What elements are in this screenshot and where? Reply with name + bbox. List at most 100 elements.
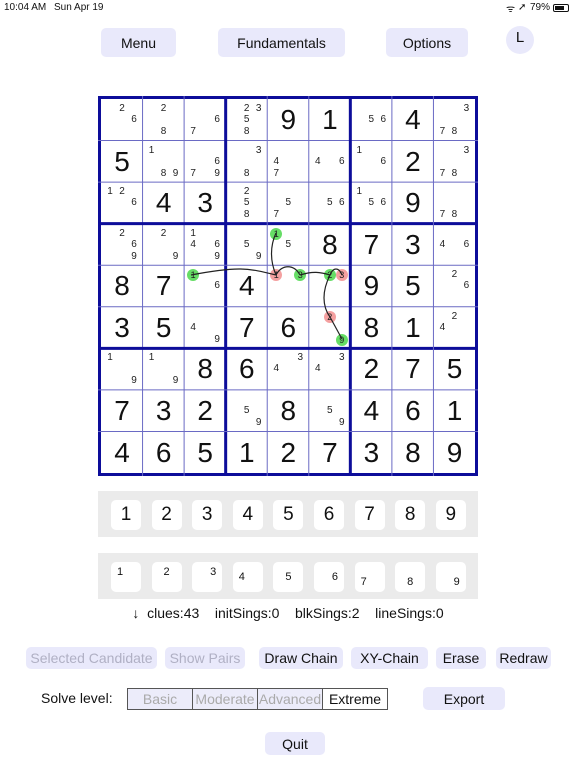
number-key-3[interactable]: 3 bbox=[192, 500, 223, 530]
fundamentals-button[interactable]: Fundamentals bbox=[218, 28, 345, 57]
cell-r4c2[interactable]: 29 bbox=[143, 224, 185, 266]
number-key-2[interactable]: 2 bbox=[151, 500, 182, 530]
cell-r4c6[interactable]: 8 bbox=[309, 224, 351, 266]
cell-r8c4[interactable]: 59 bbox=[226, 390, 268, 432]
cell-r1c6[interactable]: 1 bbox=[309, 99, 351, 141]
cell-r7c8[interactable]: 7 bbox=[392, 348, 434, 390]
cell-r8c9[interactable]: 1 bbox=[433, 390, 475, 432]
cell-r7c3[interactable]: 8 bbox=[184, 348, 226, 390]
cell-r3c9[interactable]: 78 bbox=[433, 182, 475, 224]
cell-r6c4[interactable]: 7 bbox=[226, 307, 268, 349]
cell-r5c3[interactable]: 16 bbox=[184, 265, 226, 307]
cell-r4c9[interactable]: 46 bbox=[433, 224, 475, 266]
cell-r3c2[interactable]: 4 bbox=[143, 182, 185, 224]
cell-r6c9[interactable]: 24 bbox=[433, 307, 475, 349]
number-key-8[interactable]: 8 bbox=[395, 500, 426, 530]
cell-r7c9[interactable]: 5 bbox=[433, 348, 475, 390]
candidate-key-8[interactable]: 8 bbox=[395, 562, 426, 592]
cell-r9c7[interactable]: 3 bbox=[350, 431, 392, 473]
show-pairs-button[interactable]: Show Pairs bbox=[165, 647, 245, 669]
number-key-7[interactable]: 7 bbox=[354, 500, 385, 530]
cell-r9c6[interactable]: 7 bbox=[309, 431, 351, 473]
number-key-5[interactable]: 5 bbox=[273, 500, 304, 530]
cell-r7c2[interactable]: 19 bbox=[143, 348, 185, 390]
cell-r6c5[interactable]: 6 bbox=[267, 307, 309, 349]
cell-r8c3[interactable]: 2 bbox=[184, 390, 226, 432]
cell-r5c2[interactable]: 7 bbox=[143, 265, 185, 307]
cell-r5c9[interactable]: 26 bbox=[433, 265, 475, 307]
cell-r9c3[interactable]: 5 bbox=[184, 431, 226, 473]
cell-r9c1[interactable]: 4 bbox=[101, 431, 143, 473]
cell-r2c6[interactable]: 46 bbox=[309, 141, 351, 183]
cell-r4c5[interactable]: 15 bbox=[267, 224, 309, 266]
avatar[interactable]: L bbox=[506, 26, 534, 54]
cell-r2c1[interactable]: 5 bbox=[101, 141, 143, 183]
cell-r6c7[interactable]: 8 bbox=[350, 307, 392, 349]
candidate-key-7[interactable]: 7 bbox=[354, 562, 385, 592]
cell-r4c4[interactable]: 59 bbox=[226, 224, 268, 266]
cell-r1c7[interactable]: 56 bbox=[350, 99, 392, 141]
number-key-1[interactable]: 1 bbox=[111, 500, 141, 530]
cell-r9c5[interactable]: 2 bbox=[267, 431, 309, 473]
cell-r8c2[interactable]: 3 bbox=[143, 390, 185, 432]
cell-r5c4[interactable]: 4 bbox=[226, 265, 268, 307]
cell-r5c8[interactable]: 5 bbox=[392, 265, 434, 307]
export-button[interactable]: Export bbox=[423, 687, 505, 710]
draw-chain-button[interactable]: Draw Chain bbox=[259, 647, 343, 669]
cell-r6c8[interactable]: 1 bbox=[392, 307, 434, 349]
cell-r1c8[interactable]: 4 bbox=[392, 99, 434, 141]
cell-r1c4[interactable]: 2358 bbox=[226, 99, 268, 141]
cell-r8c8[interactable]: 6 bbox=[392, 390, 434, 432]
cell-r5c1[interactable]: 8 bbox=[101, 265, 143, 307]
candidate-key-6[interactable]: 6 bbox=[314, 562, 344, 592]
cell-r7c1[interactable]: 19 bbox=[101, 348, 143, 390]
candidate-key-4[interactable]: 4 bbox=[232, 562, 263, 592]
cell-r4c3[interactable]: 1469 bbox=[184, 224, 226, 266]
cell-r3c3[interactable]: 3 bbox=[184, 182, 226, 224]
cell-r1c5[interactable]: 9 bbox=[267, 99, 309, 141]
xy-chain-button[interactable]: XY-Chain bbox=[351, 647, 428, 669]
cell-r8c6[interactable]: 59 bbox=[309, 390, 351, 432]
cell-r2c8[interactable]: 2 bbox=[392, 141, 434, 183]
sudoku-grid[interactable]: 2628672358915643785189679384746162378126… bbox=[98, 96, 478, 476]
candidate-key-9[interactable]: 9 bbox=[435, 562, 466, 592]
cell-r8c7[interactable]: 4 bbox=[350, 390, 392, 432]
cell-r6c2[interactable]: 5 bbox=[143, 307, 185, 349]
cell-r2c2[interactable]: 189 bbox=[143, 141, 185, 183]
cell-r3c5[interactable]: 57 bbox=[267, 182, 309, 224]
number-key-9[interactable]: 9 bbox=[435, 500, 466, 530]
erase-button[interactable]: Erase bbox=[436, 647, 486, 669]
candidate-key-3[interactable]: 3 bbox=[192, 562, 223, 592]
cell-r9c8[interactable]: 8 bbox=[392, 431, 434, 473]
cell-r5c6[interactable]: 23 bbox=[309, 265, 351, 307]
number-key-6[interactable]: 6 bbox=[314, 500, 344, 530]
solve-level-extreme[interactable]: Extreme bbox=[322, 688, 388, 710]
cell-r3c6[interactable]: 56 bbox=[309, 182, 351, 224]
cell-r7c4[interactable]: 6 bbox=[226, 348, 268, 390]
cell-r1c2[interactable]: 28 bbox=[143, 99, 185, 141]
cell-r3c8[interactable]: 9 bbox=[392, 182, 434, 224]
cell-r8c5[interactable]: 8 bbox=[267, 390, 309, 432]
cell-r5c7[interactable]: 9 bbox=[350, 265, 392, 307]
cell-r3c1[interactable]: 126 bbox=[101, 182, 143, 224]
cell-r1c9[interactable]: 3 78 bbox=[433, 99, 475, 141]
sort-arrow-icon[interactable]: ↓ bbox=[132, 605, 139, 621]
cell-r4c8[interactable]: 3 bbox=[392, 224, 434, 266]
cell-r7c6[interactable]: 34 bbox=[309, 348, 351, 390]
cell-r5c5[interactable]: 13 bbox=[267, 265, 309, 307]
redraw-button[interactable]: Redraw bbox=[496, 647, 551, 669]
solve-level-moderate[interactable]: Moderate bbox=[192, 688, 258, 710]
cell-r4c1[interactable]: 269 bbox=[101, 224, 143, 266]
cell-r2c4[interactable]: 38 bbox=[226, 141, 268, 183]
cell-r8c1[interactable]: 7 bbox=[101, 390, 143, 432]
selected-candidate-button[interactable]: Selected Candidate bbox=[26, 647, 157, 669]
cell-r7c7[interactable]: 2 bbox=[350, 348, 392, 390]
options-button[interactable]: Options bbox=[386, 28, 468, 57]
cell-r6c3[interactable]: 49 bbox=[184, 307, 226, 349]
cell-r9c4[interactable]: 1 bbox=[226, 431, 268, 473]
cell-r2c7[interactable]: 16 bbox=[350, 141, 392, 183]
number-key-4[interactable]: 4 bbox=[232, 500, 263, 530]
menu-button[interactable]: Menu bbox=[101, 28, 176, 57]
candidate-key-1[interactable]: 1 bbox=[111, 562, 141, 592]
quit-button[interactable]: Quit bbox=[265, 732, 325, 755]
